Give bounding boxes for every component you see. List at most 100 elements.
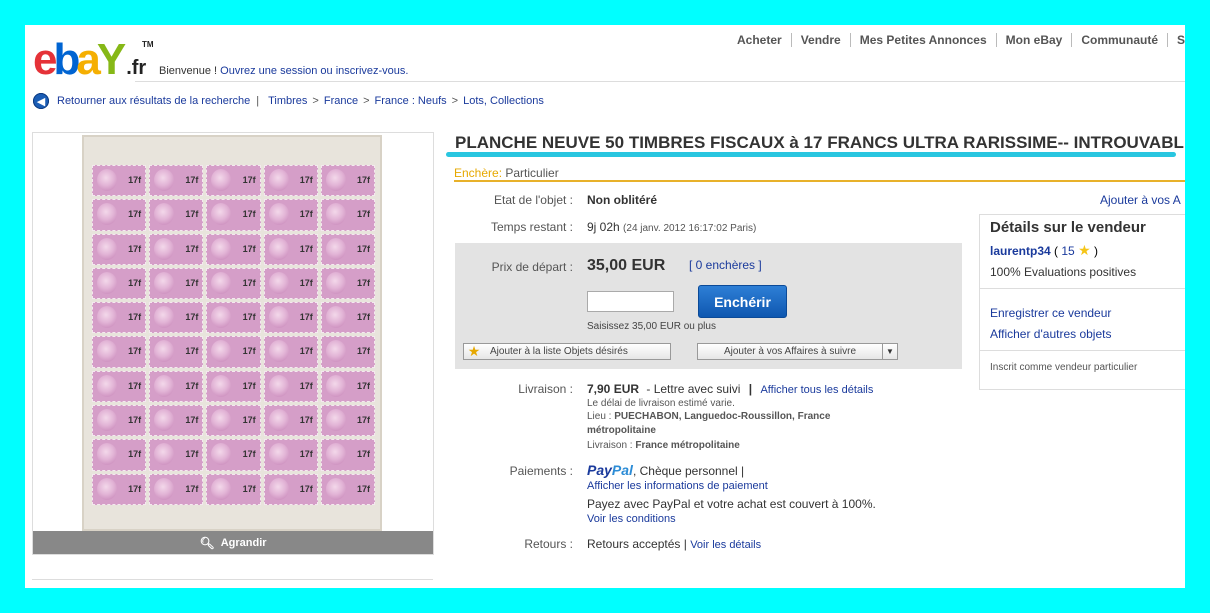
stamp — [92, 473, 147, 505]
nav-vendre[interactable]: Vendre — [792, 33, 851, 47]
feedback-score-link[interactable]: 15 — [1061, 244, 1074, 258]
add-to-following-button[interactable]: Ajouter à vos Affaires à suivre ▼ — [697, 343, 898, 360]
stamp-grid — [92, 165, 375, 505]
add-to-wishlist-button[interactable]: ★ Ajouter à la liste Objets désirés — [463, 343, 671, 360]
stamp — [263, 439, 318, 471]
stamp — [206, 267, 261, 300]
breadcrumb: ◀ Retourner aux résultats de la recherch… — [33, 93, 544, 109]
chevron-down-icon[interactable]: ▼ — [882, 344, 897, 359]
end-date: (24 janv. 2012 16:17:02 Paris) — [623, 223, 757, 234]
stamp — [92, 165, 147, 197]
returns-value: Retours acceptés | — [587, 537, 687, 551]
bid-count-link[interactable]: [ 0 enchères ] — [689, 258, 762, 272]
stamp — [92, 439, 147, 471]
stamp — [92, 370, 147, 403]
ebay-logo[interactable]: ebaY .fr TM — [33, 35, 154, 84]
magnifier-icon: 🔍︎ — [199, 535, 215, 550]
shipping-details-link[interactable]: Afficher tous les détails — [760, 384, 873, 396]
stamp — [320, 267, 375, 300]
seller-identity: laurentp34 ( 15 ★ ) — [990, 242, 1098, 259]
breadcrumb-france-neufs[interactable]: France : Neufs — [375, 95, 447, 107]
image-bottom-divider — [32, 579, 433, 580]
stamp — [320, 405, 375, 437]
payment-info-link[interactable]: Afficher les informations de paiement — [587, 480, 768, 492]
stamp — [263, 233, 318, 265]
shipping-sep: | — [748, 382, 753, 396]
back-arrow-icon[interactable]: ◀ — [33, 93, 49, 109]
stamp — [92, 267, 147, 300]
add-to-watchlist-link[interactable]: Ajouter à vos A — [1100, 193, 1181, 207]
conditions-link[interactable]: Voir les conditions — [587, 513, 676, 525]
delivery-area-label: Livraison : — [587, 440, 633, 451]
bid-amount-input[interactable] — [587, 291, 674, 312]
stamp — [206, 199, 261, 231]
save-seller-link[interactable]: Enregistrer ce vendeur — [990, 306, 1111, 320]
seller-registration: Inscrit comme vendeur particulier — [990, 362, 1138, 373]
location-label: Lieu : — [587, 411, 612, 422]
stamp — [320, 199, 375, 231]
add-to-wishlist-label: Ajouter à la liste Objets désirés — [490, 346, 628, 357]
seller-feedback: 100% Evaluations positives — [990, 265, 1137, 279]
sign-in-link[interactable]: Ouvrez une session ou inscrivez-vous. — [220, 65, 408, 77]
item-photo-stamp-sheet[interactable] — [82, 135, 382, 531]
stamp — [320, 233, 375, 265]
returns-line: Retours acceptés | Voir les détails — [587, 537, 761, 551]
other-payment-method: , Chèque personnel | — [632, 464, 745, 478]
stamp — [149, 165, 204, 197]
shipping-line: 7,90 EUR - Lettre avec suivi | Afficher … — [587, 382, 873, 396]
delivery-area: Livraison : France métropolitaine — [587, 440, 740, 451]
location-value-line2: métropolitaine — [587, 425, 656, 436]
seller-divider — [980, 288, 1185, 289]
time-left-value: 9j 02h — [587, 220, 620, 234]
stamp — [263, 473, 318, 505]
stamp — [206, 439, 261, 471]
stamp — [206, 302, 261, 334]
nav-mon-ebay[interactable]: Mon eBay — [997, 33, 1073, 47]
zoom-label: Agrandir — [220, 536, 267, 549]
seller-username-link[interactable]: laurentp34 — [990, 244, 1051, 258]
orange-divider — [454, 180, 1185, 182]
nav-acheter[interactable]: Acheter — [728, 33, 792, 47]
stamp — [92, 199, 147, 231]
shipping-method: - Lettre avec suivi — [646, 382, 741, 396]
stamp — [263, 302, 318, 334]
sale-type-label: Enchère: — [454, 166, 503, 180]
time-left-label: Temps restant : — [490, 220, 573, 234]
breadcrumb-france[interactable]: France — [324, 95, 358, 107]
breadcrumb-timbres[interactable]: Timbres — [268, 95, 307, 107]
zoom-button[interactable]: 🔍︎ Agrandir — [33, 531, 433, 554]
stamp — [92, 233, 147, 265]
delivery-delay-note: Le délai de livraison estimé varie. — [587, 398, 735, 409]
returns-details-link[interactable]: Voir les détails — [690, 539, 761, 551]
nav-mes-petites-annonces[interactable]: Mes Petites Annonces — [851, 33, 997, 47]
nav-truncated[interactable]: S — [1168, 33, 1185, 47]
stamp — [149, 233, 204, 265]
bid-box: Prix de départ : 35,00 EUR [ 0 enchères … — [455, 243, 962, 369]
star-icon: ★ — [467, 343, 481, 359]
stamp — [206, 370, 261, 403]
stamp — [206, 336, 261, 368]
other-items-link[interactable]: Afficher d'autres objets — [990, 327, 1111, 341]
stamp — [149, 473, 204, 505]
header-divider — [135, 81, 1185, 82]
place-bid-button[interactable]: Enchérir — [698, 285, 787, 318]
shipping-label: Livraison : — [518, 382, 573, 396]
stamp — [206, 473, 261, 505]
delivery-area-value: France métropolitaine — [635, 440, 740, 451]
back-to-results-link[interactable]: Retourner aux résultats de la recherche — [57, 95, 250, 107]
add-to-following-label: Ajouter à vos Affaires à suivre — [723, 346, 857, 357]
sale-type-value: Particulier — [505, 166, 559, 180]
bid-hint: Saisissez 35,00 EUR ou plus — [587, 321, 716, 332]
breadcrumb-arrow: > — [363, 95, 370, 107]
stamp — [92, 336, 147, 368]
sale-type: Enchère: Particulier — [454, 166, 559, 180]
stamp — [320, 439, 375, 471]
seller-panel: Détails sur le vendeur laurentp34 ( 15 ★… — [979, 214, 1185, 390]
ebay-listing-page: ebaY .fr TM Bienvenue ! Ouvrez une sessio… — [25, 25, 1185, 588]
condition-label: Etat de l'objet : — [493, 193, 573, 207]
stamp — [320, 370, 375, 403]
nav-communaute[interactable]: Communauté — [1072, 33, 1169, 47]
welcome-text: Bienvenue ! — [159, 65, 221, 77]
breadcrumb-lots-collections[interactable]: Lots, Collections — [463, 95, 544, 107]
shipping-price: 7,90 EUR — [587, 382, 640, 396]
